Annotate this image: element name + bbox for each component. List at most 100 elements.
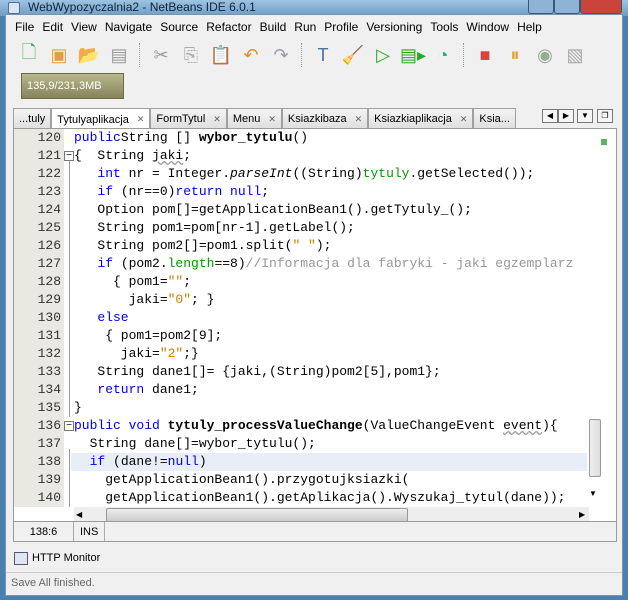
memory-indicator[interactable]: 135,9/231,3MB bbox=[21, 73, 124, 99]
undo-button[interactable]: ↶ bbox=[238, 42, 264, 68]
build-icon: T bbox=[317, 44, 329, 65]
tab-tytulyaplikacja[interactable]: Tytulyaplikacja ✕ bbox=[51, 108, 151, 130]
menu-window[interactable]: Window bbox=[462, 17, 513, 37]
line-number: 134 bbox=[37, 382, 61, 397]
menu-navigate[interactable]: Navigate bbox=[101, 17, 156, 37]
code-token: ;} bbox=[183, 346, 199, 361]
tab-close-icon[interactable]: ✕ bbox=[268, 114, 276, 125]
window-title: WebWypozyczalnia2 - NetBeans IDE 6.0.1 bbox=[28, 0, 256, 14]
scroll-tabs-left-button[interactable]: ◀ bbox=[542, 109, 558, 123]
tab-tuly[interactable]: ...tuly bbox=[13, 108, 52, 129]
scroll-tabs-right-button[interactable]: ▶ bbox=[558, 109, 574, 123]
line-number: 126 bbox=[37, 238, 61, 253]
apply-code-changes-icon: ▧ bbox=[566, 44, 584, 65]
status-message: Save All finished. bbox=[6, 572, 622, 595]
new-project-icon: ▣ bbox=[50, 44, 68, 65]
pause-button[interactable]: ⏸ bbox=[502, 42, 528, 68]
code-token: //Informacja dla fabryki - jaki egzempla… bbox=[245, 256, 574, 271]
maximize-button[interactable] bbox=[554, 0, 580, 14]
code-token: length bbox=[167, 256, 215, 271]
apply-code-changes-button[interactable]: ▧ bbox=[562, 42, 588, 68]
scroll-left-icon[interactable]: ◀ bbox=[76, 510, 82, 519]
close-button[interactable] bbox=[580, 0, 622, 14]
tab-ksia[interactable]: Ksia... bbox=[473, 108, 516, 129]
menu-profile[interactable]: Profile bbox=[320, 17, 362, 37]
run-button[interactable]: ▷ bbox=[370, 42, 396, 68]
code-token: return bbox=[97, 382, 145, 397]
code-editor[interactable]: 120 publicString [] wybor_tytulu() 121−{ S… bbox=[13, 128, 617, 523]
menu-edit[interactable]: Edit bbox=[38, 17, 67, 37]
code-token: String [] bbox=[120, 130, 199, 145]
code-token: String pom1=pom[nr-1].getLabel(); bbox=[74, 220, 355, 235]
tab-menu[interactable]: Menu ✕ bbox=[226, 108, 282, 129]
menu-refactor[interactable]: Refactor bbox=[202, 17, 255, 37]
paste-icon: 📋 bbox=[209, 44, 233, 65]
open-project-button[interactable]: 📂 bbox=[76, 42, 102, 68]
minimize-button[interactable] bbox=[528, 0, 554, 14]
menu-tools[interactable]: Tools bbox=[426, 17, 462, 37]
tab-close-icon[interactable]: ✕ bbox=[137, 114, 145, 125]
fold-collapse-icon[interactable]: − bbox=[64, 421, 74, 431]
tab-label: Ksiazkiaplikacja bbox=[374, 113, 452, 125]
fold-collapse-icon[interactable]: − bbox=[64, 151, 74, 161]
code-token: "0" bbox=[167, 292, 192, 307]
close-project-icon: ▤ bbox=[110, 44, 128, 65]
menu-run[interactable]: Run bbox=[290, 17, 320, 37]
code-token: tytuly bbox=[362, 166, 410, 181]
code-line: String pom1=pom[nr-1].getLabel(); bbox=[74, 219, 355, 237]
paste-button[interactable]: 📋 bbox=[208, 42, 234, 68]
code-token: else bbox=[97, 310, 129, 325]
cut-icon: ✂ bbox=[153, 44, 169, 65]
new-project-button[interactable]: ▣ bbox=[46, 42, 72, 68]
menu-file[interactable]: File bbox=[11, 17, 38, 37]
code-token: { String bbox=[74, 148, 153, 163]
tab-list-dropdown-button[interactable]: ▼ bbox=[577, 109, 593, 123]
code-token: ==8) bbox=[214, 256, 246, 271]
tab-close-icon[interactable]: ✕ bbox=[213, 114, 221, 125]
code-line: return dane1; bbox=[74, 381, 198, 399]
menu-help[interactable]: Help bbox=[513, 17, 546, 37]
close-project-button[interactable]: ▤ bbox=[106, 42, 132, 68]
line-number: 139 bbox=[37, 472, 61, 487]
clean-build-button[interactable]: 🧹 bbox=[340, 42, 366, 68]
new-file-button[interactable]: 🗋 bbox=[16, 42, 42, 68]
line-number: 137 bbox=[37, 436, 61, 451]
build-button[interactable]: T bbox=[310, 42, 336, 68]
scroll-down-icon[interactable]: ▼ bbox=[589, 489, 597, 498]
redo-button[interactable]: ↷ bbox=[268, 42, 294, 68]
debug-button[interactable]: ▤▸ bbox=[400, 42, 426, 68]
horizontal-scroll-thumb[interactable] bbox=[106, 508, 408, 522]
code-token: (ValueChangeEvent bbox=[362, 418, 504, 433]
code-token: jaki bbox=[152, 148, 184, 163]
menu-view[interactable]: View bbox=[67, 17, 101, 37]
copy-button[interactable]: ⎘ bbox=[178, 42, 204, 68]
code-line: else bbox=[74, 309, 129, 327]
line-number: 124 bbox=[37, 202, 61, 217]
menu-build[interactable]: Build bbox=[256, 17, 291, 37]
tab-ksiazkiaplikacja[interactable]: Ksiazkiaplikacja ✕ bbox=[368, 108, 474, 129]
scroll-right-icon[interactable]: ▶ bbox=[579, 510, 585, 519]
continue-button[interactable]: ◉ bbox=[532, 42, 558, 68]
cut-button[interactable]: ✂ bbox=[148, 42, 174, 68]
ide-window: File Edit View Navigate Source Refactor Build R… bbox=[5, 14, 623, 596]
line-number: 136 bbox=[37, 418, 61, 433]
vertical-scroll-thumb[interactable] bbox=[589, 419, 601, 477]
code-token: nr = Integer. bbox=[120, 166, 231, 181]
tab-close-icon[interactable]: ✕ bbox=[460, 114, 468, 125]
vertical-scrollbar[interactable]: ▼ bbox=[589, 129, 607, 507]
fold-guide bbox=[69, 449, 70, 507]
restore-window-button[interactable]: ❐ bbox=[597, 109, 613, 123]
menu-versioning[interactable]: Versioning bbox=[362, 17, 426, 37]
toolbar: 🗋 ▣ 📂 ▤ ✂ ⎘ 📋 ↶ ↷ T 🧹 ▷ ▤▸ ◔ ■ ⏸ ◉ ▧ bbox=[6, 39, 622, 71]
tab-label: ...tuly bbox=[19, 113, 46, 125]
tab-ksiazkibaza[interactable]: Ksiazkibaza ✕ bbox=[281, 108, 369, 129]
profile-button[interactable]: ◔ bbox=[430, 42, 456, 68]
tab-close-icon[interactable]: ✕ bbox=[355, 114, 363, 125]
line-number: 121 bbox=[37, 148, 61, 163]
code-line: jaki="0"; } bbox=[74, 291, 215, 309]
tab-formtytul[interactable]: FormTytul ✕ bbox=[150, 108, 227, 129]
code-line: { pom1=""; bbox=[74, 273, 191, 291]
stop-button[interactable]: ■ bbox=[472, 42, 498, 68]
menu-source[interactable]: Source bbox=[156, 17, 202, 37]
http-monitor-tab[interactable]: HTTP Monitor bbox=[14, 548, 100, 568]
